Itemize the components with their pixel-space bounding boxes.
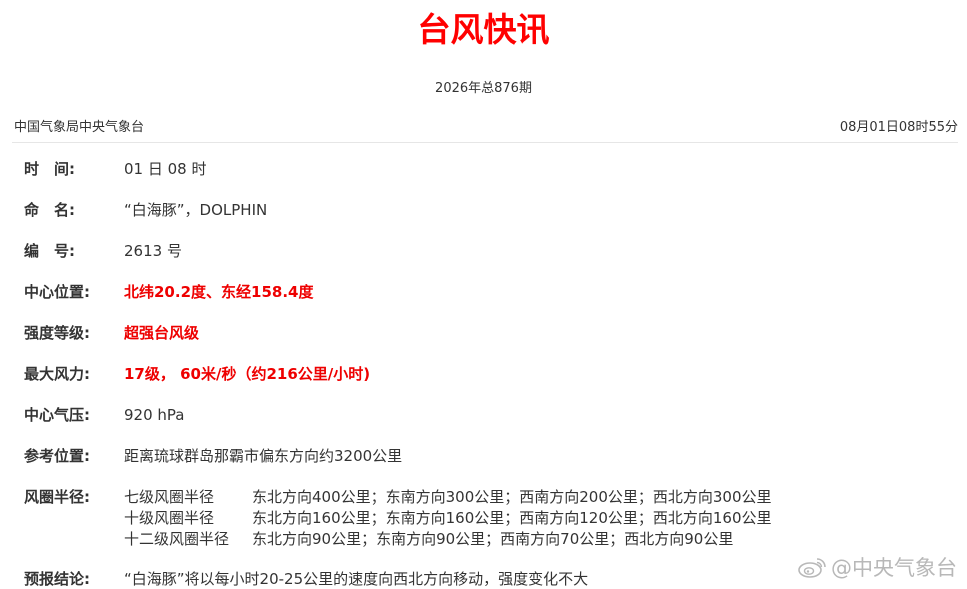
field-label: 预报结论: <box>24 570 90 588</box>
field-value: 920 hPa <box>124 406 185 424</box>
field-label: 参考位置: <box>24 447 90 465</box>
watermark-text: @中央气象台 <box>831 556 957 580</box>
field-label: 编 号: <box>24 242 75 260</box>
wind-radius-level: 十级风圈半径 <box>124 509 215 527</box>
wind-radius-line: 十级风圈半径 东北方向160公里；东南方向160公里；西南方向120公里；西北方向… <box>124 508 772 529</box>
field-value: “白海豚”将以每小时20-25公里的速度向西北方向移动，强度变化不大 <box>124 570 589 588</box>
field-value: 01 日 08 时 <box>124 160 207 178</box>
wind-radius-line: 七级风圈半径 东北方向400公里；东南方向300公里；西南方向200公里；西北方向… <box>124 487 772 508</box>
field-value: 超强台风级 <box>124 324 200 342</box>
wind-radius-list: 七级风圈半径 东北方向400公里；东南方向300公里；西南方向200公里；西北方向… <box>124 487 772 550</box>
field-label: 时 间: <box>24 160 75 178</box>
field-value: 17级， 60米/秒（约216公里/小时) <box>124 365 371 383</box>
wind-radius-line: 十二级风圈半径 东北方向90公里；东南方向90公里；西南方向70公里；西北方向90… <box>124 529 772 550</box>
field-value: 2613 号 <box>124 242 182 260</box>
publish-datetime: 08月01日08时55分 <box>839 120 958 135</box>
field-label: 命 名: <box>24 201 75 219</box>
wind-radius-detail: 东北方向90公里；东南方向90公里；西南方向70公里；西北方向90公里 <box>252 530 734 548</box>
page-title: 台风快讯 <box>417 10 550 49</box>
field-value: 北纬20.2度、东经158.4度 <box>124 283 314 301</box>
wind-radius-detail: 东北方向160公里；东南方向160公里；西南方向120公里；西北方向160公里 <box>252 509 772 527</box>
field-label: 风圈半径: <box>24 488 90 506</box>
field-label: 最大风力: <box>24 365 90 383</box>
field-label: 中心气压: <box>24 406 90 424</box>
field-value: “白海豚”，DOLPHIN <box>124 201 268 219</box>
wind-radius-detail: 东北方向400公里；东南方向300公里；西南方向200公里；西北方向300公里 <box>252 488 772 506</box>
agency-name: 中国气象局中央气象台 <box>14 120 145 135</box>
field-label: 强度等级: <box>24 324 90 342</box>
wind-radius-level: 七级风圈半径 <box>124 488 215 506</box>
header-divider <box>12 142 958 143</box>
wind-radius-level: 十二级风圈半径 <box>124 530 230 548</box>
weibo-icon <box>798 558 826 578</box>
meta-row: 中国气象局中央气象台 08月01日08时55分 <box>14 118 958 140</box>
field-value: 距离琉球群岛那霸市偏东方向约3200公里 <box>124 447 403 465</box>
field-label: 中心位置: <box>24 283 90 301</box>
weibo-watermark: @中央气象台 <box>797 555 957 581</box>
typhoon-bulletin-page: 台风快讯 2026年总876期 中国气象局中央气象台 08月01日08时55分 … <box>0 0 967 589</box>
issue-number: 2026年总876期 <box>435 81 532 96</box>
